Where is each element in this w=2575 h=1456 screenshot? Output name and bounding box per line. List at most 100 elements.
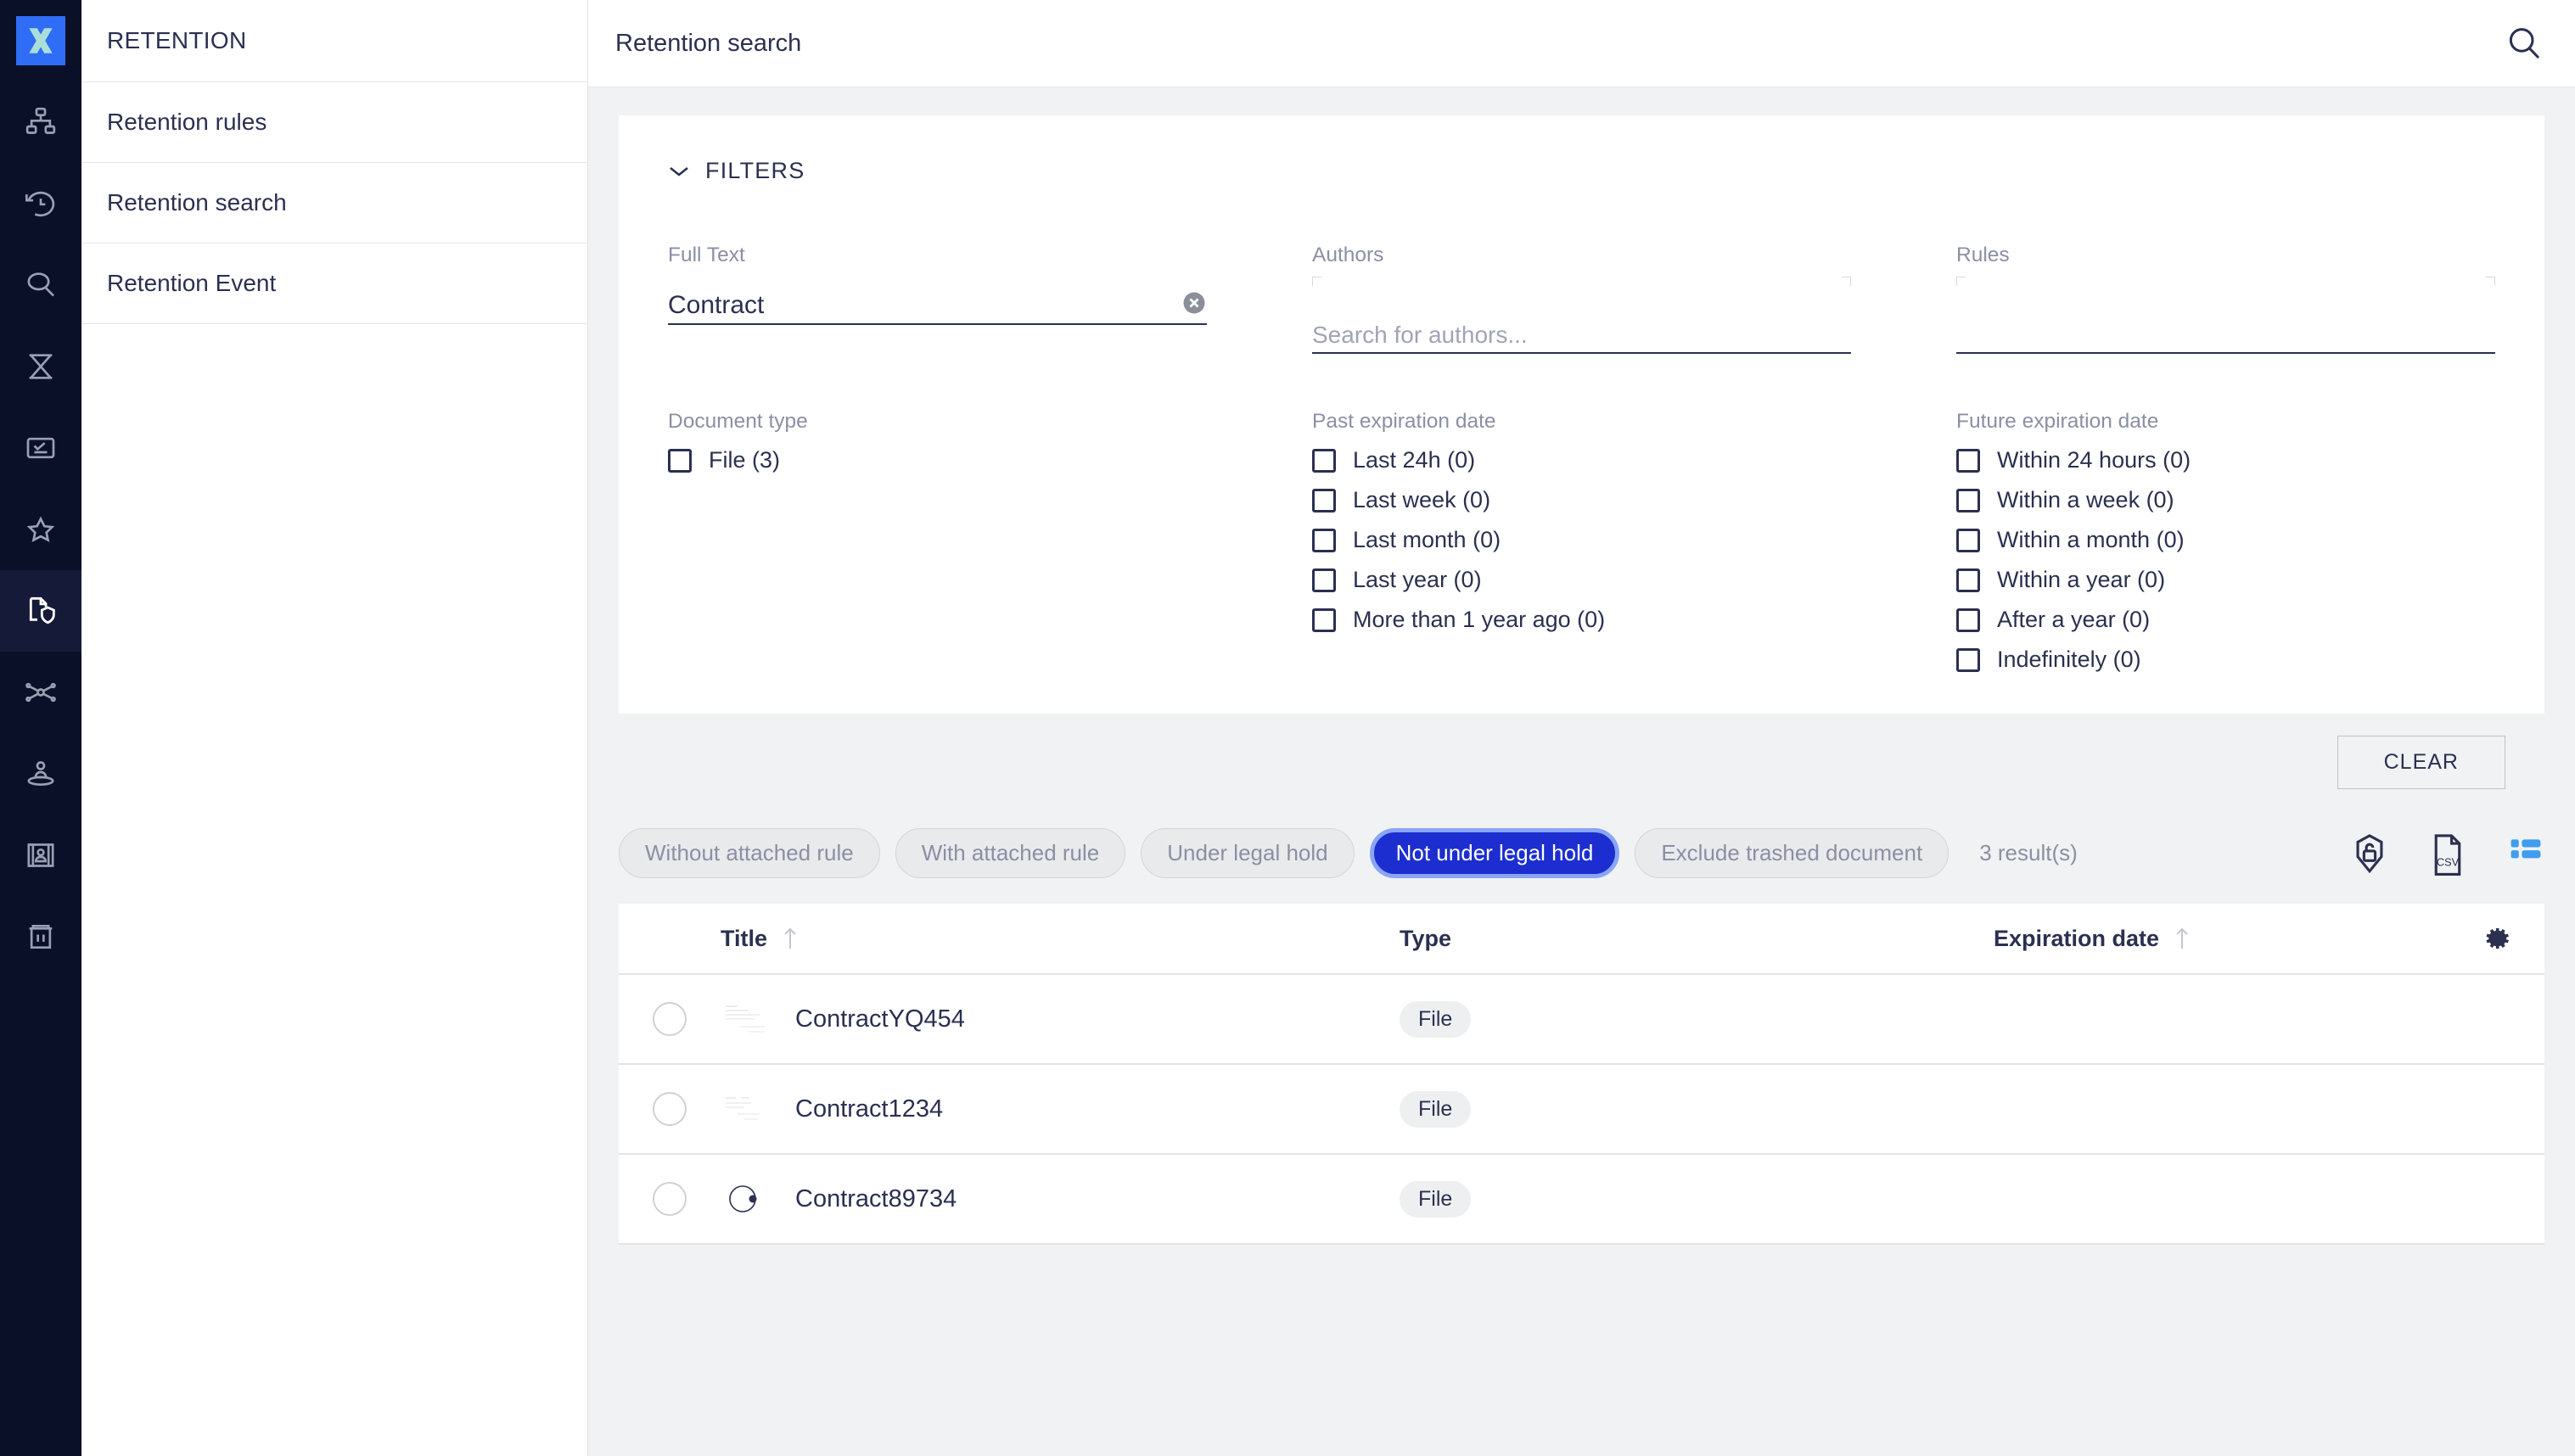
- checkbox-future-after-a-year[interactable]: After a year (0): [1956, 600, 2495, 640]
- rail-item-vocabulary[interactable]: [0, 815, 81, 896]
- header-expiration-cell[interactable]: Expiration date: [1994, 926, 2451, 952]
- chip-under-legal-hold[interactable]: Under legal hold: [1141, 828, 1355, 878]
- list-view-icon: [2510, 838, 2541, 858]
- row-select-radio[interactable]: [653, 1182, 687, 1216]
- chevron-down-icon: [670, 166, 688, 176]
- checkbox-past-last-month[interactable]: Last month (0): [1312, 520, 1851, 560]
- checkbox-box[interactable]: [1956, 608, 1980, 632]
- checkbox-future-within-24-hours[interactable]: Within 24 hours (0): [1956, 440, 2495, 480]
- sidebar-item-retention-rules[interactable]: Retention rules: [81, 81, 587, 162]
- chip-not-under-legal-hold[interactable]: Not under legal hold: [1369, 828, 1620, 878]
- results-count: 3 result(s): [1979, 840, 2078, 865]
- checkbox-future-indefinitely[interactable]: Indefinitely (0): [1956, 640, 2495, 680]
- checkbox-future-within-a-month[interactable]: Within a month (0): [1956, 520, 2495, 560]
- checkbox-box[interactable]: [668, 448, 692, 473]
- subnav-filler: [81, 323, 587, 1456]
- document-thumbnail: [721, 1090, 773, 1128]
- authors-input[interactable]: Search for authors...: [1312, 305, 1851, 354]
- row-title-cell: Contract1234: [721, 1090, 1400, 1128]
- checkbox-label: Within a year (0): [1997, 567, 2166, 592]
- checkbox-past-last-24h[interactable]: Last 24h (0): [1312, 440, 1851, 480]
- column-header-type: Type: [1400, 925, 1452, 951]
- checkbox-label: More than 1 year ago (0): [1353, 607, 1606, 632]
- rail-item-checklist[interactable]: [0, 407, 81, 489]
- authors-chip-area: [1312, 276, 1851, 305]
- checkbox-box[interactable]: [1956, 528, 1980, 552]
- filters-toggle[interactable]: FILTERS: [668, 141, 2495, 184]
- checkbox-future-within-a-year[interactable]: Within a year (0): [1956, 560, 2495, 600]
- clear-circle-icon[interactable]: [1181, 290, 1207, 316]
- rail-item-relations[interactable]: [0, 652, 81, 733]
- table-row[interactable]: Contract89734 File: [619, 1155, 2544, 1245]
- sidebar-item-retention-search[interactable]: Retention search: [81, 162, 587, 243]
- row-select-radio[interactable]: [653, 1002, 687, 1036]
- sort-ascending-icon[interactable]: [2173, 926, 2191, 951]
- checkbox-box[interactable]: [1956, 568, 1980, 592]
- filters-actions: CLEAR: [619, 714, 2544, 815]
- rail-item-users[interactable]: [0, 733, 81, 815]
- checkbox-label: Last year (0): [1353, 567, 1482, 592]
- hierarchy-icon: [25, 107, 56, 134]
- checkbox-future-within-a-week[interactable]: Within a week (0): [1956, 480, 2495, 520]
- row-type-cell: File: [1400, 1180, 1994, 1218]
- checkbox-box[interactable]: [1956, 647, 1980, 672]
- row-select-cell: [619, 1182, 721, 1216]
- sidebar-item-retention-event[interactable]: Retention Event: [81, 243, 587, 323]
- chip-without-attached-rule[interactable]: Without attached rule: [619, 828, 880, 878]
- row-title-link[interactable]: ContractYQ454: [795, 1005, 965, 1033]
- checkbox-past-last-week[interactable]: Last week (0): [1312, 480, 1851, 520]
- rules-input[interactable]: [1956, 305, 2495, 354]
- sidebar-item-label: Retention rules: [107, 109, 267, 135]
- rail-item-history[interactable]: [0, 163, 81, 244]
- filters-card: FILTERS Full Text Contract Authors Searc…: [619, 115, 2544, 714]
- table-row[interactable]: Contract1234 File: [619, 1065, 2544, 1155]
- checkbox-label: Indefinitely (0): [1997, 647, 2141, 672]
- checkbox-label: Within a week (0): [1997, 487, 2174, 512]
- rail-item-hierarchy[interactable]: [0, 81, 81, 163]
- global-search-button[interactable]: [2504, 23, 2544, 64]
- chip-exclude-trashed-document[interactable]: Exclude trashed document: [1635, 828, 1949, 878]
- display-mode-button[interactable]: [2507, 833, 2544, 874]
- rail-item-favorites[interactable]: [0, 489, 81, 570]
- clear-button[interactable]: CLEAR: [2337, 736, 2505, 789]
- row-select-radio[interactable]: [653, 1092, 687, 1126]
- row-select-cell: [619, 1002, 721, 1036]
- checkbox-label: After a year (0): [1997, 607, 2151, 632]
- checkbox-box[interactable]: [1312, 568, 1336, 592]
- hourglass-icon: [29, 354, 53, 379]
- export-csv-button[interactable]: CSV: [2429, 833, 2466, 876]
- app-logo[interactable]: [0, 0, 81, 81]
- checkbox-file[interactable]: File (3): [668, 440, 1207, 480]
- header-title-cell[interactable]: Title: [721, 926, 1400, 952]
- checkbox-past-more-than-1-year[interactable]: More than 1 year ago (0): [1312, 600, 1851, 640]
- checkbox-label: Last 24h (0): [1353, 447, 1476, 473]
- rail-item-trash[interactable]: [0, 896, 81, 977]
- checkbox-box[interactable]: [1312, 488, 1336, 512]
- logo-x-glyph: [29, 28, 53, 53]
- checkbox-box[interactable]: [1956, 448, 1980, 473]
- checkbox-label: File (3): [709, 447, 781, 473]
- top-bar: Retention search: [588, 0, 2575, 87]
- chip-with-attached-rule[interactable]: With attached rule: [895, 828, 1126, 878]
- search-icon: [2509, 28, 2540, 59]
- relations-icon: [25, 682, 56, 703]
- future-expiration-group: Future expiration date Within 24 hours (…: [1956, 410, 2495, 680]
- search-input[interactable]: Contract: [668, 276, 1207, 325]
- row-title-link[interactable]: Contract1234: [795, 1095, 943, 1123]
- checkbox-box[interactable]: [1312, 448, 1336, 473]
- checkbox-box[interactable]: [1312, 528, 1336, 552]
- checkbox-box[interactable]: [1312, 608, 1336, 632]
- rail-item-tasks[interactable]: [0, 326, 81, 407]
- checkbox-past-last-year[interactable]: Last year (0): [1312, 560, 1851, 600]
- rail-item-search[interactable]: [0, 244, 81, 326]
- checkbox-box[interactable]: [1956, 488, 1980, 512]
- rail-item-retention[interactable]: [0, 570, 81, 652]
- page-title: Retention search: [615, 29, 802, 57]
- table-row[interactable]: ContractYQ454 File: [619, 975, 2544, 1065]
- retention-subnav: RETENTION Retention rules Retention sear…: [81, 0, 588, 1456]
- sort-ascending-icon[interactable]: [781, 926, 799, 951]
- row-title-link[interactable]: Contract89734: [795, 1185, 957, 1213]
- table-settings-button[interactable]: [2451, 923, 2544, 954]
- row-type-cell: File: [1400, 1000, 1994, 1038]
- legal-hold-toggle-button[interactable]: [2351, 833, 2388, 874]
